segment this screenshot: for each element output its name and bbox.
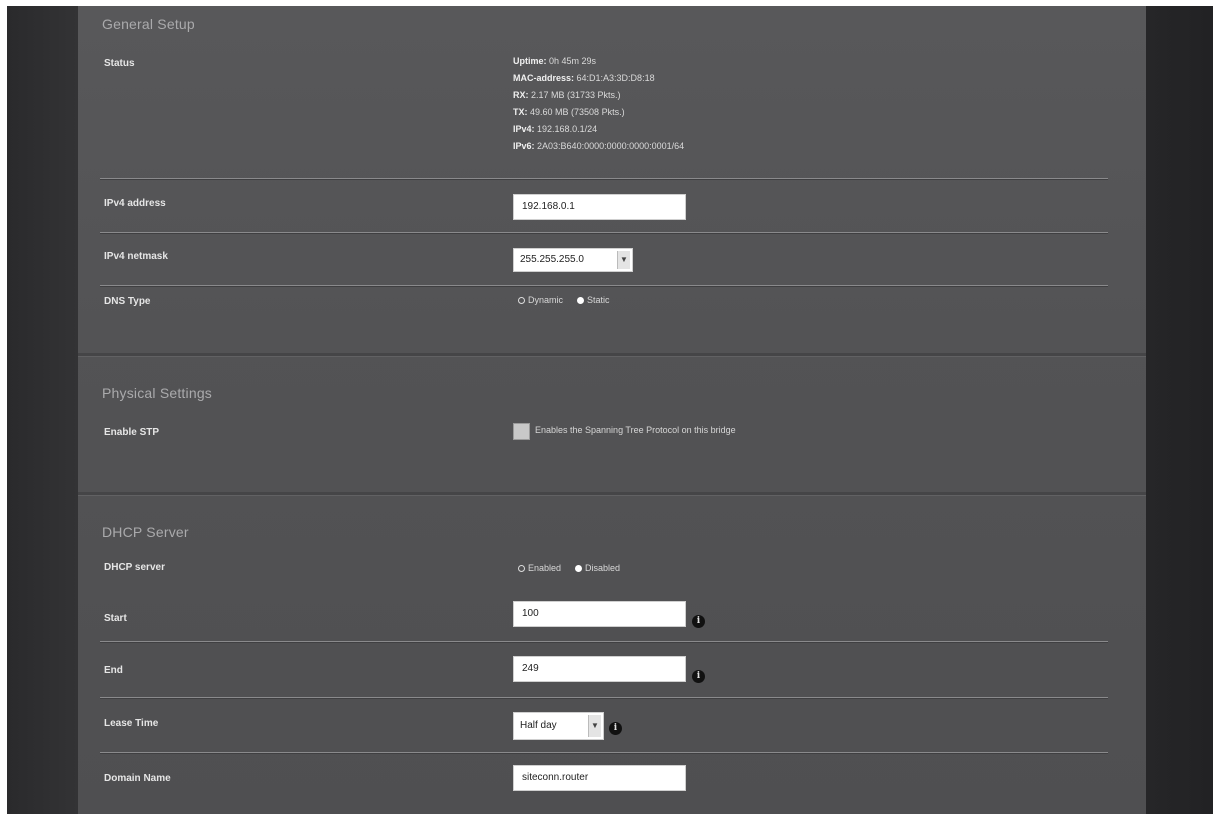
enable-stp-checkbox[interactable]	[513, 423, 530, 440]
ipv4-netmask-value: 255.255.255.0	[520, 254, 584, 265]
status-line-ipv6: IPv6: 2A03:B640:0000:0000:0000:0001/64	[513, 141, 685, 151]
info-icon[interactable]: i	[692, 615, 705, 628]
ipv4-address-input[interactable]: 192.168.0.1	[513, 194, 686, 220]
dhcp-disabled-option[interactable]: Disabled	[575, 563, 620, 573]
dhcp-disabled-label: Disabled	[585, 563, 621, 573]
chevron-down-icon[interactable]: ▼	[617, 251, 630, 269]
section-separator	[78, 353, 1146, 357]
info-icon[interactable]: i	[609, 722, 622, 735]
status-line-rx: RX: 2.17 MB (31733 Pkts.)	[513, 90, 621, 100]
info-icon[interactable]: i	[692, 670, 705, 683]
dhcp-server-label: DHCP server	[104, 562, 165, 573]
dhcp-server-radio-group: Enabled Disabled	[518, 563, 628, 573]
lease-time-select[interactable]: Half day ▼	[513, 712, 604, 740]
status-info: Uptime: 0h 45m 29s MAC-address: 64:D1:A3…	[513, 53, 684, 155]
end-input[interactable]: 249	[513, 656, 686, 682]
enable-stp-label: Enable STP	[104, 427, 160, 438]
lease-time-value: Half day	[520, 720, 557, 731]
dns-type-static-label: Static	[587, 295, 610, 305]
dns-type-dynamic-option[interactable]: Dynamic	[518, 295, 563, 305]
dns-type-dynamic-label: Dynamic	[528, 295, 564, 305]
chevron-down-icon[interactable]: ▼	[588, 715, 601, 737]
ipv4-netmask-label: IPv4 netmask	[104, 251, 168, 262]
status-line-mac: MAC-address: 64:D1:A3:3D:D8:18	[513, 73, 655, 83]
dhcp-enabled-label: Enabled	[528, 563, 562, 573]
dns-type-radio-group: Dynamic Static	[518, 295, 618, 305]
section-title-physical-settings: Physical Settings	[102, 385, 213, 401]
radio-enabled[interactable]	[518, 564, 525, 572]
row-divider	[100, 285, 1108, 287]
row-divider	[100, 752, 1108, 754]
row-divider	[100, 178, 1108, 180]
dns-type-label: DNS Type	[104, 296, 151, 307]
dhcp-enabled-option[interactable]: Enabled	[518, 563, 561, 573]
section-title-general-setup: General Setup	[102, 16, 195, 32]
row-divider	[100, 697, 1108, 699]
section-separator	[78, 492, 1146, 496]
start-input[interactable]: 100	[513, 601, 686, 627]
status-line-uptime: Uptime: 0h 45m 29s	[513, 56, 597, 66]
settings-panel: General Setup Status Uptime: 0h 45m 29s …	[78, 6, 1146, 814]
dns-type-static-option[interactable]: Static	[577, 295, 610, 305]
radio-disabled[interactable]	[575, 564, 583, 572]
radio-dynamic[interactable]	[518, 296, 525, 304]
section-title-dhcp-server: DHCP Server	[102, 524, 189, 540]
domain-name-input[interactable]: siteconn.router	[513, 765, 686, 791]
domain-name-label: Domain Name	[104, 773, 171, 784]
right-background	[1146, 6, 1213, 814]
end-label: End	[104, 665, 123, 676]
status-label: Status	[104, 58, 135, 69]
radio-static[interactable]	[577, 296, 585, 304]
lease-time-label: Lease Time	[104, 718, 159, 729]
enable-stp-description: Enables the Spanning Tree Protocol on th…	[535, 425, 736, 435]
row-divider	[100, 232, 1108, 234]
app-frame: General Setup Status Uptime: 0h 45m 29s …	[7, 6, 1213, 814]
left-background	[7, 6, 78, 814]
ipv4-netmask-select[interactable]: 255.255.255.0 ▼	[513, 248, 633, 272]
start-label: Start	[104, 613, 127, 624]
ipv4-address-label: IPv4 address	[104, 198, 166, 209]
status-line-ipv4: IPv4: 192.168.0.1/24	[513, 124, 598, 134]
status-line-tx: TX: 49.60 MB (73508 Pkts.)	[513, 107, 625, 117]
row-divider	[100, 641, 1108, 643]
